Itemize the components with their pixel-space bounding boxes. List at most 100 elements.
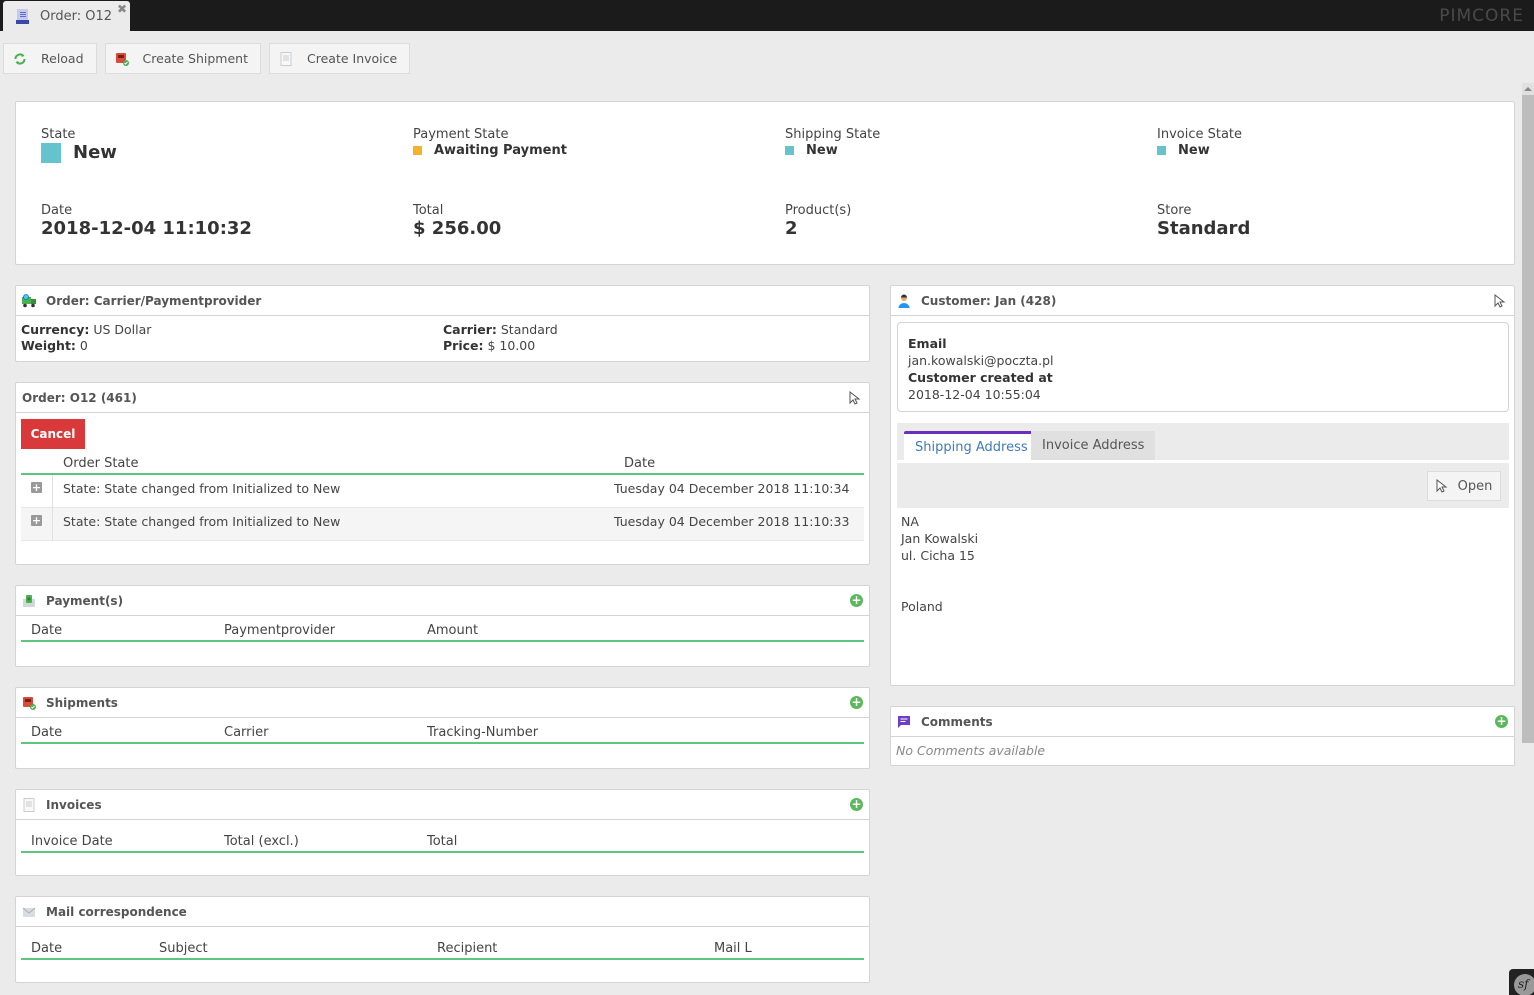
total-value: $ 256.00 [413, 218, 502, 239]
pimcore-logo: PIMCORE [1439, 6, 1524, 26]
invoices-panel-title: Invoices [46, 797, 102, 812]
order-summary-panel: State New Payment State Awaiting Payment… [15, 101, 1515, 265]
state-label: State [41, 127, 76, 142]
symfony-toolbar-toggle[interactable]: sf [1509, 969, 1534, 995]
plus-square-icon: + [31, 481, 42, 494]
store-label: Store [1157, 203, 1192, 218]
carrier-value: Standard [500, 322, 558, 337]
payments-panel: Payment(s) + Date Paymentprovider Amount [15, 585, 870, 667]
scroll-up-arrow[interactable] [1522, 83, 1534, 95]
customer-info-card: Email jan.kowalski@poczta.pl Customer cr… [897, 322, 1509, 412]
column-paymentprovider[interactable]: Paymentprovider [224, 623, 427, 638]
address-line: ul. Cicha 15 [901, 548, 975, 563]
table-row[interactable]: + State: State changed from Initialized … [21, 508, 864, 541]
user-icon [897, 294, 911, 308]
column-invoice-date[interactable]: Invoice Date [21, 834, 224, 849]
state-value: New [73, 142, 117, 163]
add-comment-button[interactable]: + [1495, 715, 1508, 728]
column-total-excl[interactable]: Total (excl.) [224, 834, 427, 849]
carrier-panel-title: Order: Carrier/Paymentprovider [46, 293, 262, 308]
carrier-panel: Order: Carrier/Paymentprovider Currency:… [15, 285, 870, 362]
shipping-state-value: New [806, 143, 838, 158]
column-amount[interactable]: Amount [427, 623, 478, 638]
store-field: Store Standard [1157, 203, 1250, 239]
column-date[interactable]: Date [624, 456, 655, 471]
state-color-swatch [41, 142, 61, 163]
cancel-order-button[interactable]: Cancel [21, 419, 85, 449]
total-field: Total $ 256.00 [413, 203, 501, 239]
tab-invoice-address[interactable]: Invoice Address [1031, 431, 1156, 460]
invoice-state-color-swatch [1157, 146, 1166, 155]
mail-icon [22, 905, 36, 919]
column-total[interactable]: Total [427, 834, 457, 849]
date-value: 2018-12-04 11:10:32 [41, 218, 252, 239]
table-row[interactable]: + State: State changed from Initialized … [21, 475, 864, 508]
tab-order[interactable]: Order: O12 ✖ [3, 1, 130, 31]
payments-panel-header: Payment(s) + [16, 586, 869, 616]
shipping-state-label: Shipping State [785, 127, 881, 142]
create-invoice-label: Create Invoice [307, 51, 398, 66]
add-payment-button[interactable]: + [850, 594, 863, 607]
column-date[interactable]: Date [21, 623, 224, 638]
create-invoice-button[interactable]: Create Invoice [269, 43, 411, 74]
order-state-panel-header: Order: O12 (461) [16, 383, 869, 413]
comments-panel: Comments + No Comments available [890, 706, 1515, 766]
expand-row-button[interactable]: + [21, 508, 53, 540]
order-state-panel: Order: O12 (461) Cancel Order State Date… [15, 382, 870, 565]
price-value: $ 10.00 [487, 338, 536, 353]
carrier-row: Carrier: Standard [443, 322, 558, 337]
reload-button[interactable]: Reload [3, 43, 97, 74]
column-order-state[interactable]: Order State [63, 456, 624, 471]
row-date: Tuesday 04 December 2018 11:10:34 [614, 481, 850, 496]
products-field: Product(s) 2 [785, 203, 851, 239]
payment-state-color-swatch [413, 146, 422, 155]
no-comments-text: No Comments available [896, 743, 1046, 758]
open-cursor-icon[interactable] [849, 390, 861, 405]
weight-row: Weight: 0 [21, 338, 88, 353]
mail-panel-title: Mail correspondence [46, 904, 187, 919]
column-date[interactable]: Date [21, 941, 159, 956]
comments-panel-title: Comments [921, 714, 993, 729]
add-shipment-button[interactable]: + [850, 696, 863, 709]
tab-title: Order: O12 [40, 8, 113, 24]
email-value: jan.kowalski@poczta.pl [908, 353, 1054, 368]
shipment-icon [115, 52, 129, 66]
shipments-panel: Shipments + Date Carrier Tracking-Number [15, 687, 870, 769]
row-order-state: State: State changed from Initialized to… [63, 481, 341, 496]
created-value: 2018-12-04 10:55:04 [908, 387, 1041, 402]
invoice-icon [279, 51, 293, 66]
open-cursor-icon[interactable] [1494, 293, 1506, 308]
shipments-panel-title: Shipments [46, 695, 118, 710]
invoice-state-value: New [1178, 143, 1210, 158]
date-field: Date 2018-12-04 11:10:32 [41, 203, 252, 239]
column-tracking-number[interactable]: Tracking-Number [427, 725, 538, 740]
store-value: Standard [1157, 218, 1251, 239]
comment-icon [897, 715, 911, 729]
top-bar: Order: O12 ✖ PIMCORE [0, 0, 1534, 31]
address-line [901, 581, 978, 598]
order-list-icon [16, 8, 30, 24]
symfony-icon: sf [1514, 974, 1534, 995]
open-address-button[interactable]: Open [1427, 471, 1501, 501]
products-value: 2 [785, 218, 798, 239]
column-subject[interactable]: Subject [159, 941, 437, 956]
grid-header: Order State Date [21, 453, 864, 475]
close-icon[interactable]: ✖ [117, 2, 127, 16]
vertical-scrollbar[interactable] [1522, 83, 1534, 743]
create-shipment-button[interactable]: Create Shipment [104, 43, 261, 74]
date-label: Date [41, 203, 73, 218]
payment-icon [22, 594, 36, 608]
add-invoice-button[interactable]: + [850, 798, 863, 811]
column-recipient[interactable]: Recipient [437, 941, 714, 956]
column-date[interactable]: Date [21, 725, 224, 740]
expand-row-button[interactable]: + [21, 475, 53, 507]
payments-panel-title: Payment(s) [46, 593, 124, 608]
grid-header: Date Carrier Tracking-Number [21, 722, 864, 744]
currency-value: US Dollar [93, 322, 152, 337]
tab-shipping-address[interactable]: Shipping Address [904, 431, 1039, 460]
address-toolbar: Open [897, 463, 1509, 508]
column-mail-log[interactable]: Mail L [714, 941, 752, 956]
column-carrier[interactable]: Carrier [224, 725, 427, 740]
invoices-panel: Invoices + Invoice Date Total (excl.) To… [15, 789, 870, 876]
row-order-state: State: State changed from Initialized to… [63, 514, 341, 529]
